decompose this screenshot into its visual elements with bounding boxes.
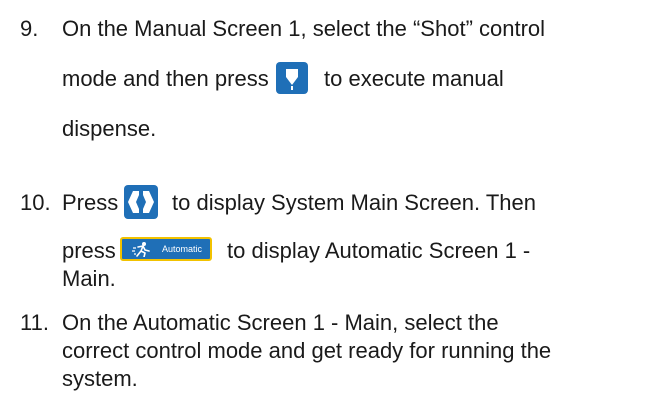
step-9-line-3: dispense.: [62, 116, 157, 141]
step-10-line-1b: to display System Main Screen. Then: [172, 190, 536, 215]
step-number: 11.: [20, 310, 49, 335]
step-11-line-2: correct control mode and get ready for r…: [62, 338, 552, 363]
step-10-line-2a: press: [62, 238, 116, 263]
step-number: 9.: [20, 16, 39, 41]
running-figure-icon: [132, 242, 150, 257]
step-9-line-1: On the Manual Screen 1, select the “Shot…: [62, 16, 546, 41]
automatic-button-label: Automatic: [162, 244, 203, 254]
step-9-line-2b: to execute manual: [324, 66, 504, 91]
manual-dispense-icon[interactable]: [276, 62, 308, 94]
step-10-line-3: Main.: [62, 266, 116, 291]
graco-logo-icon[interactable]: [124, 185, 158, 219]
step-10-line-2b: to display Automatic Screen 1 -: [227, 238, 531, 263]
step-number: 10.: [20, 190, 51, 215]
automatic-button[interactable]: Automatic: [120, 237, 212, 261]
step-11-line-3: system.: [62, 366, 138, 391]
step-10-line-1a: Press: [62, 190, 119, 215]
step-9-line-2a: mode and then press: [62, 66, 269, 91]
step-11-line-1: On the Automatic Screen 1 - Main, select…: [62, 310, 499, 335]
